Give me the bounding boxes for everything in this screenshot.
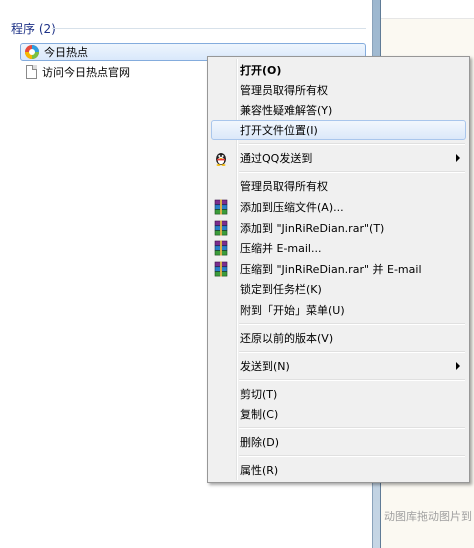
context-menu: 打开(O) 管理员取得所有权 兼容性疑难解答(Y) 打开文件位置(I) 通过QQ… [207, 56, 470, 483]
menu-item-label: 属性(R) [240, 464, 279, 477]
menu-separator [239, 351, 465, 353]
menu-separator [239, 427, 465, 429]
menu-separator [239, 323, 465, 325]
menu-item-restore-previous-versions[interactable]: 还原以前的版本(V) [211, 328, 466, 348]
winrar-books-icon [214, 220, 228, 236]
submenu-arrow-icon [456, 154, 460, 162]
winrar-books-icon [214, 261, 228, 277]
program-label: 今日热点 [44, 46, 88, 59]
background-window-header [380, 0, 474, 19]
program-label: 访问今日热点官网 [42, 66, 130, 79]
menu-item-label: 锁定到任务栏(K) [240, 283, 322, 296]
menu-item-open-file-location[interactable]: 打开文件位置(I) [211, 120, 466, 140]
menu-item-compress-to-rar-email[interactable]: 压缩到 "JinRiReDian.rar" 并 E-mail [211, 259, 466, 279]
menu-item-pin-to-start[interactable]: 附到「开始」菜单(U) [211, 300, 466, 320]
menu-item-label: 添加到压缩文件(A)... [240, 201, 344, 214]
submenu-arrow-icon [456, 362, 460, 370]
menu-item-send-via-qq[interactable]: 通过QQ发送到 [211, 148, 466, 168]
menu-separator [239, 379, 465, 381]
qq-penguin-icon [216, 153, 226, 166]
menu-item-properties[interactable]: 属性(R) [211, 460, 466, 480]
winrar-books-icon [214, 240, 228, 256]
menu-item-label: 压缩到 "JinRiReDian.rar" 并 E-mail [240, 263, 422, 276]
menu-separator [239, 143, 465, 145]
menu-item-send-to[interactable]: 发送到(N) [211, 356, 466, 376]
menu-item-open[interactable]: 打开(O) [211, 60, 466, 80]
document-icon [26, 65, 37, 79]
menu-item-pin-to-taskbar[interactable]: 锁定到任务栏(K) [211, 279, 466, 299]
menu-item-add-to-archive[interactable]: 添加到压缩文件(A)... [211, 197, 466, 217]
menu-item-label: 兼容性疑难解答(Y) [240, 104, 333, 117]
menu-item-compress-email[interactable]: 压缩并 E-mail... [211, 238, 466, 258]
menu-item-take-ownership[interactable]: 管理员取得所有权 [211, 80, 466, 100]
menu-item-label: 还原以前的版本(V) [240, 332, 334, 345]
menu-item-label: 添加到 "JinRiReDian.rar"(T) [240, 222, 385, 235]
menu-separator [239, 455, 465, 457]
menu-item-label: 附到「开始」菜单(U) [240, 304, 345, 317]
menu-item-label: 删除(D) [240, 436, 280, 449]
menu-separator [239, 171, 465, 173]
menu-item-label: 打开(O) [240, 64, 282, 77]
menu-item-add-to-rar[interactable]: 添加到 "JinRiReDian.rar"(T) [211, 218, 466, 238]
menu-item-delete[interactable]: 删除(D) [211, 432, 466, 452]
menu-item-label: 压缩并 E-mail... [240, 242, 322, 255]
menu-item-label: 通过QQ发送到 [240, 152, 313, 165]
winrar-books-icon [214, 199, 228, 215]
menu-item-copy[interactable]: 复制(C) [211, 404, 466, 424]
menu-item-label: 打开文件位置(I) [240, 124, 318, 137]
menu-item-take-ownership-2[interactable]: 管理员取得所有权 [211, 176, 466, 196]
section-divider [52, 28, 366, 29]
programs-section-title: 程序 (2) [11, 22, 56, 36]
menu-item-troubleshoot-compatibility[interactable]: 兼容性疑难解答(Y) [211, 100, 466, 120]
menu-item-cut[interactable]: 剪切(T) [211, 384, 466, 404]
colorful-app-icon [25, 45, 39, 59]
background-hint-text: 动图库拖动图片到 [384, 510, 472, 523]
menu-item-label: 剪切(T) [240, 388, 278, 401]
menu-item-label: 管理员取得所有权 [240, 84, 328, 97]
menu-item-label: 管理员取得所有权 [240, 180, 328, 193]
menu-item-label: 复制(C) [240, 408, 279, 421]
menu-item-label: 发送到(N) [240, 360, 290, 373]
